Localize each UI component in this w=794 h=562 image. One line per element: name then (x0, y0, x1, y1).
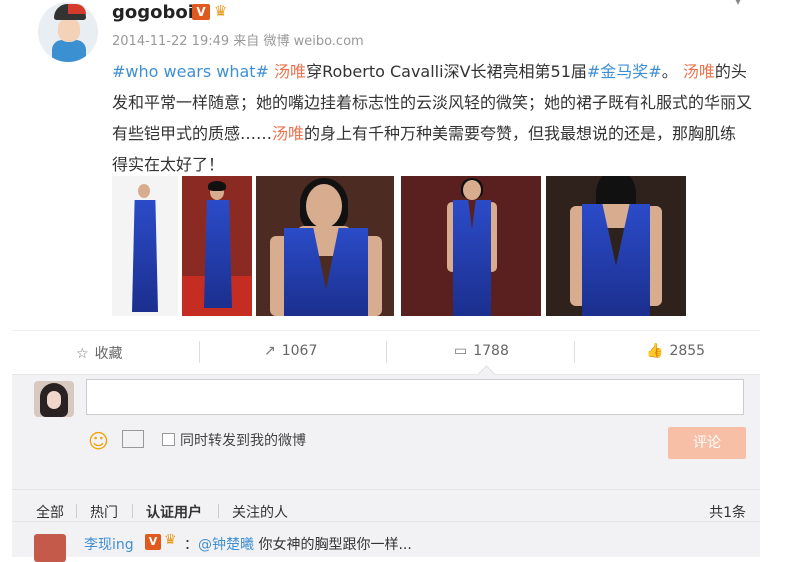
verified-badge: V (192, 4, 210, 20)
photo-thumbnail[interactable] (182, 176, 252, 316)
hashtag-link[interactable]: #金马奖# (587, 62, 662, 81)
forward-checkbox[interactable] (162, 433, 175, 446)
filter-all[interactable]: 全部 (36, 502, 64, 522)
comment-item: 李现ing V ♛ ：@钟楚曦 你女神的胸型跟你一样... (12, 521, 760, 562)
comment-button[interactable]: ▭ 1788 (454, 343, 509, 359)
commenter-name[interactable]: 李现ing (84, 534, 134, 554)
emoji-icon[interactable]: ☺ (88, 429, 109, 453)
divider (218, 504, 219, 518)
divider (386, 341, 387, 363)
photo-thumbnail[interactable] (112, 176, 178, 316)
vip-crown-icon: ♛ (164, 532, 177, 548)
comment-filters: 全部 热门 认证用户 关注的人 共1条 (12, 489, 760, 522)
divider (199, 341, 200, 363)
content-text: 。 (661, 62, 678, 81)
post-timestamp[interactable]: 2014-11-22 19:49 (112, 34, 229, 49)
like-button[interactable]: 👍 2855 (646, 343, 705, 359)
content-text: 穿Roberto Cavalli深V长裙亮相第51届 (306, 62, 587, 81)
divider (574, 341, 575, 363)
comment-panel: ☺ 同时转发到我的微博 评论 全部 热门 认证用户 关注的人 共1条 李现ing… (12, 365, 760, 562)
mention-link[interactable]: @钟楚曦 (198, 537, 254, 553)
filter-verified[interactable]: 认证用户 (146, 502, 202, 522)
comment-body: 你女神的胸型跟你一样... (254, 537, 412, 553)
action-bar: ☆ 收藏 ↗ 1067 ▭ 1788 👍 2855 (12, 330, 760, 375)
commenter-avatar[interactable] (34, 534, 66, 562)
source-prefix: 来自 (233, 34, 260, 49)
current-user-avatar[interactable] (34, 381, 74, 417)
name-link[interactable]: 汤唯 (274, 62, 306, 81)
favorite-label: 收藏 (94, 346, 123, 362)
star-outline-icon: ☆ (76, 346, 89, 362)
vip-crown-icon: ♛ (214, 2, 228, 20)
post-content: #who wears what# 汤唯穿Roberto Cavalli深V长裙亮… (112, 56, 752, 180)
forward-label[interactable]: 同时转发到我的微博 (180, 430, 306, 450)
verified-badge: V (145, 534, 161, 550)
like-count: 2855 (669, 343, 706, 359)
comment-input[interactable] (86, 379, 744, 415)
hashtag-link[interactable]: #who wears what# (112, 62, 269, 81)
divider (132, 504, 133, 518)
username[interactable]: gogoboi (112, 2, 194, 23)
thumbs-up-icon: 👍 (646, 343, 664, 359)
post-source[interactable]: 微博 weibo.com (263, 34, 363, 49)
colon: ： (184, 537, 198, 553)
user-avatar[interactable] (38, 2, 98, 62)
submit-comment-button[interactable]: 评论 (668, 427, 746, 459)
photo-thumbnail[interactable] (401, 176, 541, 316)
comment-text: ：@钟楚曦 你女神的胸型跟你一样... (184, 534, 412, 554)
image-icon[interactable] (122, 430, 144, 448)
favorite-button[interactable]: ☆ 收藏 (76, 343, 123, 363)
weibo-post: gogoboi V ♛ ▾ 2014-11-22 19:49 来自 微博 wei… (0, 0, 794, 562)
comment-count: 1788 (473, 343, 509, 359)
photo-thumbnail[interactable] (256, 176, 394, 316)
comment-total: 共1条 (709, 505, 746, 521)
filter-hot[interactable]: 热门 (90, 502, 118, 522)
divider (76, 504, 77, 518)
filter-following[interactable]: 关注的人 (232, 502, 288, 522)
repost-count: 1067 (281, 343, 318, 359)
chevron-down-icon[interactable]: ▾ (735, 0, 741, 8)
repost-icon: ↗ (264, 343, 276, 359)
name-link[interactable]: 汤唯 (683, 62, 715, 81)
name-link[interactable]: 汤唯 (272, 124, 304, 143)
photo-thumbnail[interactable] (546, 176, 686, 316)
repost-button[interactable]: ↗ 1067 (264, 343, 317, 359)
comment-icon: ▭ (454, 343, 468, 359)
post-meta: 2014-11-22 19:49 来自 微博 weibo.com (112, 30, 364, 49)
